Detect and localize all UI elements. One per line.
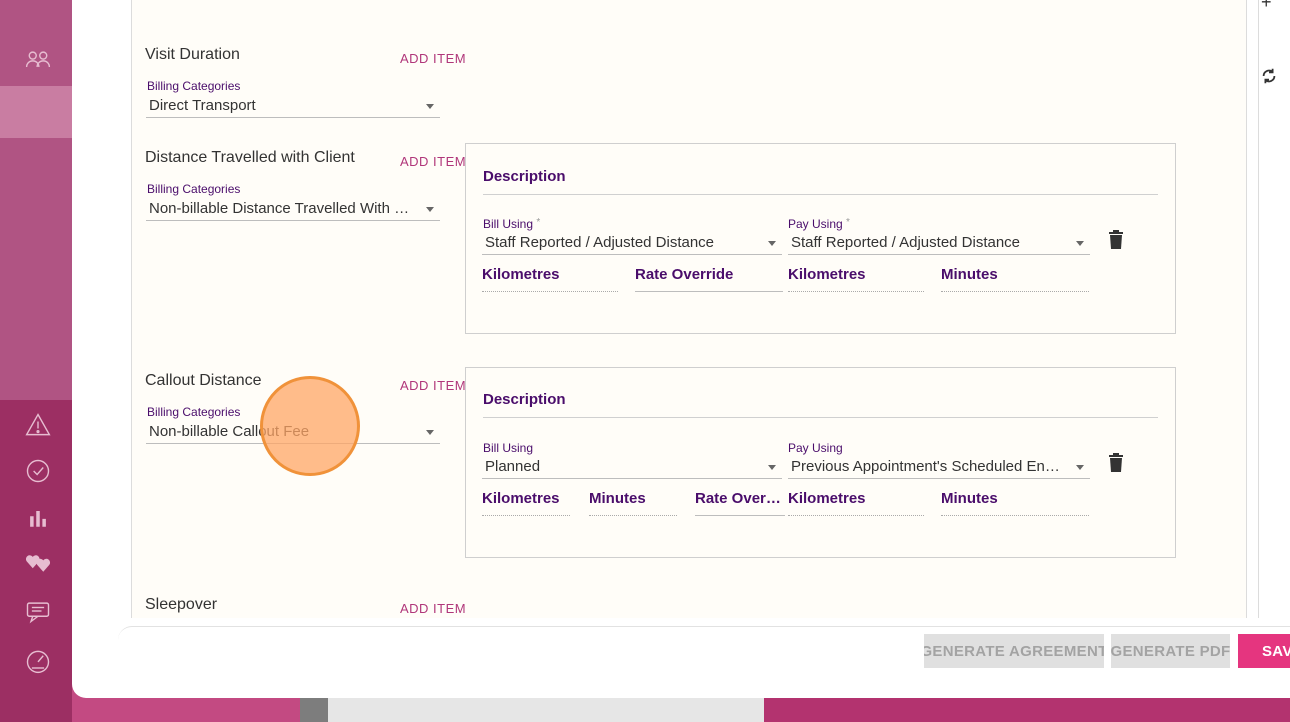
chevron-down-icon — [426, 104, 434, 109]
pay-using-value: Staff Reported / Adjusted Distance — [791, 234, 1021, 251]
bill-using-select[interactable]: Planned — [482, 457, 782, 479]
hearts-icon[interactable] — [22, 547, 54, 579]
plus-icon[interactable]: + — [1261, 0, 1272, 13]
kilometres-field[interactable]: Kilometres — [482, 490, 570, 516]
messages-icon[interactable] — [22, 595, 54, 627]
pay-kilometres-field[interactable]: Kilometres — [788, 490, 924, 516]
pay-using-select[interactable]: Staff Reported / Adjusted Distance — [788, 233, 1090, 255]
dashboard-gauge-icon[interactable] — [22, 645, 54, 677]
chevron-down-icon — [1076, 241, 1084, 246]
callout-distance-billing-value: Non-billable Callout Fee — [149, 423, 310, 440]
callout-distance-billing-label: Billing Categories — [147, 405, 241, 419]
callout-distance-description[interactable]: Description — [483, 391, 566, 408]
trash-icon[interactable] — [1108, 230, 1124, 250]
chevron-down-icon — [768, 465, 776, 470]
people-icon[interactable] — [22, 44, 54, 76]
visit-duration-add-item-button[interactable]: ADD ITEM — [400, 51, 466, 66]
visit-duration-billing-select[interactable]: Direct Transport — [146, 96, 440, 118]
sidebar-active-band — [0, 86, 72, 138]
visit-duration-title: Visit Duration — [145, 46, 240, 63]
billing-settings-panel: Visit Duration ADD ITEM Billing Categori… — [131, 0, 1247, 618]
distance-with-client-billing-select[interactable]: Non-billable Distance Travelled With Cli… — [146, 199, 440, 221]
rate-override-field[interactable]: Rate Override — [635, 266, 783, 292]
chevron-down-icon — [426, 207, 434, 212]
pay-minutes-field[interactable]: Minutes — [941, 266, 1089, 292]
callout-distance-item-card: Description Bill Using Planned Pay Using… — [465, 367, 1176, 558]
bar-chart-icon[interactable] — [22, 502, 54, 534]
pay-using-label: Pay Using — [788, 441, 843, 455]
sleepover-title: Sleepover — [145, 596, 218, 613]
bill-using-label: Bill Using * — [483, 217, 541, 231]
sleepover-add-item-button[interactable]: ADD ITEM — [400, 601, 466, 616]
generate-pdf-button[interactable]: GENERATE PDF — [1111, 634, 1230, 668]
visit-duration-billing-value: Direct Transport — [149, 97, 256, 114]
pay-using-label: Pay Using * — [788, 217, 850, 231]
bill-using-label: Bill Using — [483, 441, 534, 455]
background-content — [328, 698, 764, 722]
right-rail-divider — [1258, 0, 1259, 618]
description-divider — [483, 417, 1158, 418]
callout-distance-billing-select[interactable]: Non-billable Callout Fee — [146, 422, 440, 444]
distance-with-client-title: Distance Travelled with Client — [145, 149, 355, 166]
kilometres-field[interactable]: Kilometres — [482, 266, 618, 292]
distance-with-client-add-item-button[interactable]: ADD ITEM — [400, 154, 466, 169]
callout-distance-title: Callout Distance — [145, 372, 262, 389]
pay-using-select[interactable]: Previous Appointment's Scheduled End Loc… — [788, 457, 1090, 479]
chevron-down-icon — [1076, 465, 1084, 470]
trash-icon[interactable] — [1108, 453, 1124, 473]
chevron-down-icon — [426, 430, 434, 435]
generate-agreement-button[interactable]: GENERATE AGREEMENT — [924, 634, 1104, 668]
distance-with-client-item-card: Description Bill Using * Staff Reported … — [465, 143, 1176, 334]
background-header — [764, 698, 1290, 722]
description-divider — [483, 194, 1158, 195]
agreement-modal: Visit Duration ADD ITEM Billing Categori… — [72, 0, 1290, 698]
refresh-icon[interactable] — [1260, 67, 1278, 90]
pay-minutes-field[interactable]: Minutes — [941, 490, 1089, 516]
distance-with-client-billing-value: Non-billable Distance Travelled With Cli… — [149, 200, 433, 217]
bill-using-value: Planned — [485, 458, 541, 475]
bill-using-select[interactable]: Staff Reported / Adjusted Distance — [482, 233, 782, 255]
bill-using-value: Staff Reported / Adjusted Distance — [485, 234, 715, 251]
clock-check-icon[interactable] — [22, 455, 54, 487]
minutes-field[interactable]: Minutes — [589, 490, 677, 516]
save-button[interactable]: SAVE — [1238, 634, 1290, 668]
background-page — [300, 698, 1290, 722]
visit-duration-billing-label: Billing Categories — [147, 79, 241, 93]
distance-with-client-billing-label: Billing Categories — [147, 182, 241, 196]
pay-kilometres-field[interactable]: Kilometres — [788, 266, 924, 292]
warning-icon[interactable] — [22, 409, 54, 441]
pay-using-value: Previous Appointment's Scheduled End Loc… — [791, 458, 1090, 475]
chevron-down-icon — [768, 241, 776, 246]
callout-distance-add-item-button[interactable]: ADD ITEM — [400, 378, 466, 393]
distance-with-client-description[interactable]: Description — [483, 168, 566, 185]
rate-override-field[interactable]: Rate Override — [695, 490, 785, 516]
app-sidebar — [0, 0, 72, 722]
